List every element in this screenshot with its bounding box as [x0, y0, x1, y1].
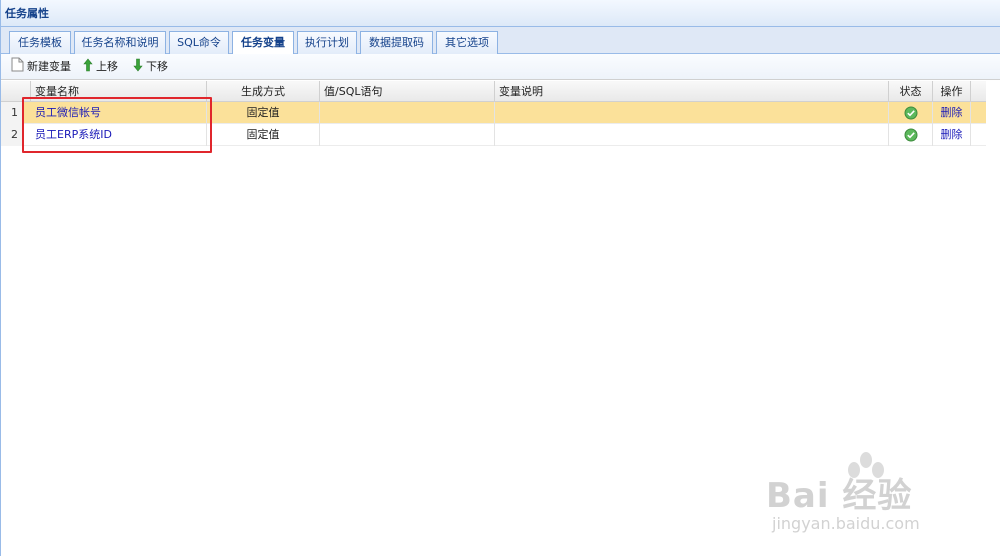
task-properties-panel: 任务属性 任务模板 任务名称和说明 SQL命令 任务变量 执行计划 数据提取码 …	[0, 0, 1000, 556]
row-number: 2	[1, 124, 23, 146]
tab-task-template[interactable]: 任务模板	[9, 31, 71, 54]
header-generation-mode[interactable]: 生成方式	[207, 81, 320, 102]
tab-bar: 任务模板 任务名称和说明 SQL命令 任务变量 执行计划 数据提取码 其它选项	[1, 27, 1000, 55]
tab-sql-command[interactable]: SQL命令	[169, 31, 229, 54]
status-ok-icon	[904, 128, 917, 142]
move-down-label: 下移	[146, 60, 168, 73]
variable-desc-cell	[495, 124, 889, 146]
generation-mode-cell: 固定值	[207, 102, 320, 124]
new-variable-label: 新建变量	[27, 60, 71, 73]
new-document-icon	[11, 57, 24, 77]
move-up-label: 上移	[96, 60, 118, 73]
variable-name-cell[interactable]: 员工微信帐号	[31, 102, 207, 124]
new-variable-button[interactable]: 新建变量	[11, 57, 71, 77]
tab-task-name-desc[interactable]: 任务名称和说明	[74, 31, 166, 54]
tab-task-variables[interactable]: 任务变量	[232, 31, 294, 55]
header-action[interactable]: 操作	[933, 81, 971, 102]
baidu-jingyan-watermark: Bai 经验 jingyan.baidu.com	[766, 448, 966, 548]
move-down-button[interactable]: 下移	[133, 58, 168, 77]
watermark-url: jingyan.baidu.com	[772, 514, 920, 533]
arrow-down-icon	[133, 58, 143, 77]
tab-other-options[interactable]: 其它选项	[436, 31, 498, 54]
grid-header: 变量名称 生成方式 值/SQL语句 变量说明 状态 操作	[1, 81, 986, 102]
generation-mode-cell: 固定值	[207, 124, 320, 146]
header-variable-desc[interactable]: 变量说明	[495, 81, 889, 102]
header-status[interactable]: 状态	[889, 81, 933, 102]
move-up-button[interactable]: 上移	[83, 58, 118, 77]
watermark-main-text: Bai 经验	[766, 476, 913, 516]
tab-execution-plan[interactable]: 执行计划	[297, 31, 357, 54]
delete-link[interactable]: 删除	[933, 102, 971, 124]
variable-desc-cell	[495, 102, 889, 124]
value-sql-cell	[320, 102, 495, 124]
tab-data-extraction-code[interactable]: 数据提取码	[360, 31, 433, 54]
toolbar: 新建变量 上移 下移	[1, 54, 1000, 80]
delete-link[interactable]: 删除	[933, 124, 971, 146]
status-cell	[889, 124, 933, 146]
variable-name-cell[interactable]: 员工ERP系统ID	[31, 124, 207, 146]
status-ok-icon	[904, 106, 917, 120]
value-sql-cell	[320, 124, 495, 146]
header-rownum-cell	[1, 81, 31, 102]
header-variable-name[interactable]: 变量名称	[31, 81, 207, 102]
row-number: 1	[1, 102, 23, 124]
arrow-up-icon	[83, 58, 93, 77]
table-row[interactable]: 1 员工微信帐号 固定值 删除	[1, 102, 986, 124]
status-cell	[889, 102, 933, 124]
table-row[interactable]: 2 员工ERP系统ID 固定值 删除	[1, 124, 986, 146]
header-value-sql[interactable]: 值/SQL语句	[320, 81, 495, 102]
panel-title: 任务属性	[1, 0, 1000, 27]
